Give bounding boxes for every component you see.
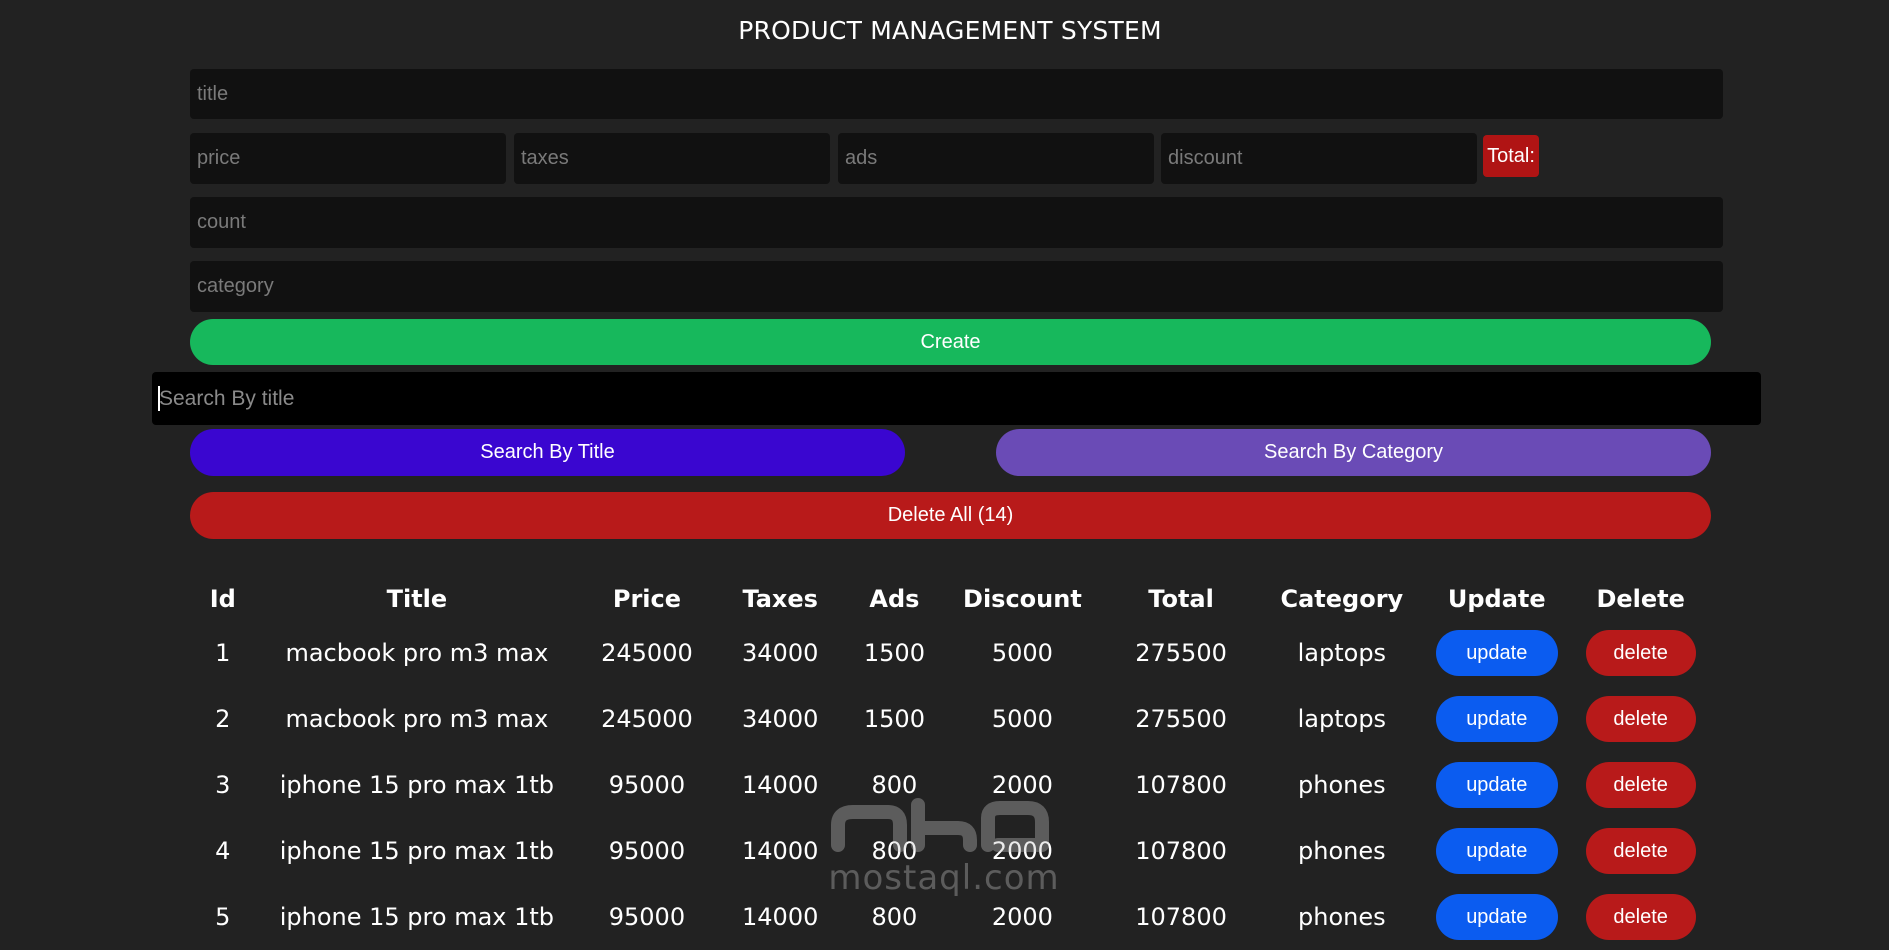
category-input[interactable] xyxy=(190,261,1723,312)
table-row: 5 iphone 15 pro max 1tb 95000 14000 800 … xyxy=(190,884,1710,950)
cell-id: 3 xyxy=(215,771,231,799)
cell-taxes: 14000 xyxy=(742,903,819,931)
cell-discount: 5000 xyxy=(991,705,1053,733)
total-display: Total: xyxy=(1483,135,1539,177)
cell-id: 5 xyxy=(215,903,231,931)
update-button[interactable]: update xyxy=(1435,894,1558,940)
cell-ads: 1500 xyxy=(863,639,925,667)
cell-delete: delete xyxy=(1571,752,1710,818)
cell-category: laptops xyxy=(1297,639,1387,667)
column-header-total: Total xyxy=(1148,585,1214,613)
search-input[interactable] xyxy=(152,372,1761,425)
cell-discount: 2000 xyxy=(991,771,1053,799)
cell-total: 107800 xyxy=(1135,903,1227,931)
products-table: Id Title Price Taxes Ads Discount Total … xyxy=(190,578,1710,950)
title-input[interactable] xyxy=(190,69,1723,119)
cell-ads: 800 xyxy=(871,837,918,865)
column-header-ads: Ads xyxy=(869,585,920,613)
create-button[interactable]: Create xyxy=(190,319,1711,365)
column-header-discount: Discount xyxy=(963,585,1082,613)
cell-title: macbook pro m3 max xyxy=(285,705,549,733)
cell-taxes: 14000 xyxy=(742,771,819,799)
cell-discount: 2000 xyxy=(991,837,1053,865)
column-header-taxes: Taxes xyxy=(742,585,818,613)
table-row: 3 iphone 15 pro max 1tb 95000 14000 800 … xyxy=(190,752,1710,818)
delete-button[interactable]: delete xyxy=(1585,762,1696,808)
page-title: PRODUCT MANAGEMENT SYSTEM xyxy=(738,16,1162,45)
cell-total: 107800 xyxy=(1135,771,1227,799)
cell-price: 245000 xyxy=(601,705,693,733)
cell-total: 275500 xyxy=(1135,705,1227,733)
delete-button[interactable]: delete xyxy=(1585,630,1696,676)
count-input[interactable] xyxy=(190,197,1723,248)
cell-update: update xyxy=(1422,620,1571,686)
update-button[interactable]: update xyxy=(1435,762,1558,808)
cell-ads: 1500 xyxy=(863,705,925,733)
text-caret xyxy=(158,386,160,411)
cell-category: phones xyxy=(1298,771,1386,799)
update-button[interactable]: update xyxy=(1435,630,1558,676)
cell-update: update xyxy=(1422,686,1571,752)
cell-update: update xyxy=(1422,752,1571,818)
cell-update: update xyxy=(1422,884,1571,950)
cell-discount: 2000 xyxy=(991,903,1053,931)
cell-delete: delete xyxy=(1571,884,1710,950)
taxes-input[interactable] xyxy=(514,133,830,184)
delete-button[interactable]: delete xyxy=(1585,828,1696,874)
column-header-category: Category xyxy=(1280,585,1404,613)
search-by-title-button[interactable]: Search By Title xyxy=(190,429,905,476)
discount-input[interactable] xyxy=(1161,133,1477,184)
cell-price: 95000 xyxy=(608,903,686,931)
cell-taxes: 34000 xyxy=(742,705,819,733)
cell-category: phones xyxy=(1298,837,1386,865)
cell-taxes: 14000 xyxy=(742,837,819,865)
cell-ads: 800 xyxy=(871,903,918,931)
column-header-update: Update xyxy=(1447,585,1546,613)
update-button[interactable]: update xyxy=(1435,828,1558,874)
table-row: 1 macbook pro m3 max 245000 34000 1500 5… xyxy=(190,620,1710,686)
cell-title: iphone 15 pro max 1tb xyxy=(279,771,555,799)
cell-delete: delete xyxy=(1571,620,1710,686)
cell-total: 275500 xyxy=(1135,639,1227,667)
ads-input[interactable] xyxy=(838,133,1154,184)
column-header-title: Title xyxy=(386,585,448,613)
cell-category: laptops xyxy=(1297,705,1387,733)
update-button[interactable]: update xyxy=(1435,696,1558,742)
table-header-row: Id Title Price Taxes Ads Discount Total … xyxy=(190,578,1710,620)
cell-taxes: 34000 xyxy=(742,639,819,667)
delete-button[interactable]: delete xyxy=(1585,894,1696,940)
cell-delete: delete xyxy=(1571,686,1710,752)
search-by-category-button[interactable]: Search By Category xyxy=(996,429,1711,476)
cell-id: 2 xyxy=(215,705,231,733)
cell-discount: 5000 xyxy=(991,639,1053,667)
column-header-id: Id xyxy=(209,585,236,613)
cell-category: phones xyxy=(1298,903,1386,931)
cell-id: 1 xyxy=(215,639,231,667)
table-row: 4 iphone 15 pro max 1tb 95000 14000 800 … xyxy=(190,818,1710,884)
cell-title: macbook pro m3 max xyxy=(285,639,549,667)
cell-id: 4 xyxy=(215,837,231,865)
column-header-delete: Delete xyxy=(1596,585,1685,613)
column-header-price: Price xyxy=(612,585,682,613)
price-input[interactable] xyxy=(190,133,506,184)
cell-price: 95000 xyxy=(608,771,686,799)
cell-price: 95000 xyxy=(608,837,686,865)
cell-update: update xyxy=(1422,818,1571,884)
delete-all-button[interactable]: Delete All (14) xyxy=(190,492,1711,539)
cell-total: 107800 xyxy=(1135,837,1227,865)
delete-button[interactable]: delete xyxy=(1585,696,1696,742)
table-row: 2 macbook pro m3 max 245000 34000 1500 5… xyxy=(190,686,1710,752)
cell-delete: delete xyxy=(1571,818,1710,884)
cell-ads: 800 xyxy=(871,771,918,799)
cell-title: iphone 15 pro max 1tb xyxy=(279,837,555,865)
cell-title: iphone 15 pro max 1tb xyxy=(279,903,555,931)
cell-price: 245000 xyxy=(601,639,693,667)
